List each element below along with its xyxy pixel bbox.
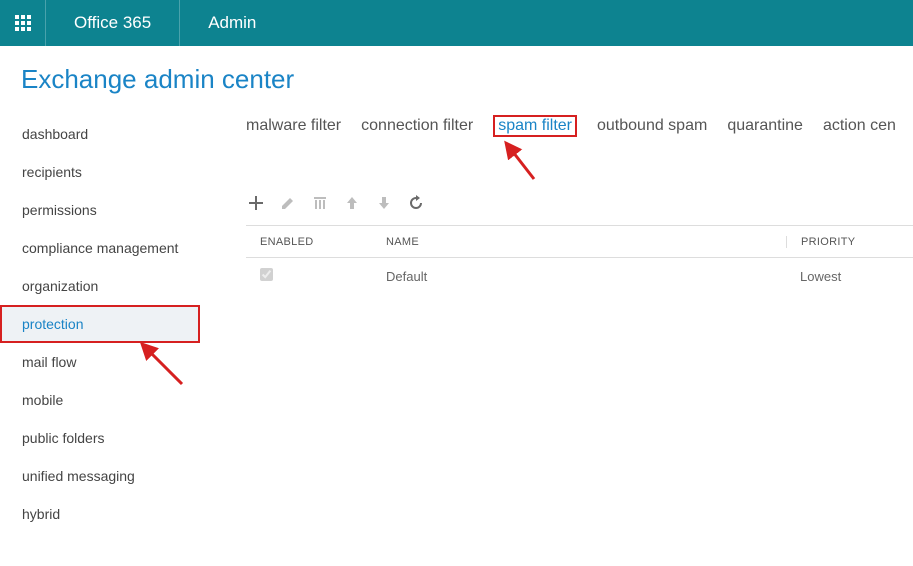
main-content: malware filter connection filter spam fi… xyxy=(200,109,913,566)
cell-enabled xyxy=(246,268,386,284)
brand-label[interactable]: Office 365 xyxy=(46,0,180,46)
waffle-icon xyxy=(15,15,31,31)
cell-priority: Lowest xyxy=(786,269,913,284)
tab-connection-filter[interactable]: connection filter xyxy=(361,115,473,137)
app-launcher-button[interactable] xyxy=(0,0,46,46)
tab-bar: malware filter connection filter spam fi… xyxy=(246,115,913,137)
enabled-checkbox[interactable] xyxy=(260,268,273,281)
plus-icon xyxy=(248,195,264,211)
tab-malware-filter[interactable]: malware filter xyxy=(246,115,341,137)
edit-button[interactable] xyxy=(278,193,298,213)
col-header-enabled[interactable]: ENABLED xyxy=(246,236,386,248)
sidebar-item-public-folders[interactable]: public folders xyxy=(0,419,200,457)
move-down-button[interactable] xyxy=(374,193,394,213)
sidebar-item-mobile[interactable]: mobile xyxy=(0,381,200,419)
sidebar-item-hybrid[interactable]: hybrid xyxy=(0,495,200,533)
tab-action-center[interactable]: action cen xyxy=(823,115,896,137)
tab-spam-filter[interactable]: spam filter xyxy=(493,115,577,137)
delete-button[interactable] xyxy=(310,193,330,213)
refresh-icon xyxy=(408,195,424,211)
arrow-up-icon xyxy=(344,195,360,211)
sidebar-item-protection[interactable]: protection xyxy=(0,305,200,343)
sidebar: dashboard recipients permissions complia… xyxy=(0,109,200,566)
annotation-arrow-tab xyxy=(494,135,544,185)
sidebar-item-organization[interactable]: organization xyxy=(0,267,200,305)
toolbar xyxy=(246,193,913,213)
table-row[interactable]: Default Lowest xyxy=(246,258,913,294)
sidebar-item-unified-messaging[interactable]: unified messaging xyxy=(0,457,200,495)
sidebar-item-recipients[interactable]: recipients xyxy=(0,153,200,191)
sidebar-item-dashboard[interactable]: dashboard xyxy=(0,115,200,153)
sidebar-item-compliance[interactable]: compliance management xyxy=(0,229,200,267)
table-header: ENABLED NAME PRIORITY xyxy=(246,226,913,258)
move-up-button[interactable] xyxy=(342,193,362,213)
add-button[interactable] xyxy=(246,193,266,213)
sidebar-item-mailflow[interactable]: mail flow xyxy=(0,343,200,381)
tab-quarantine[interactable]: quarantine xyxy=(727,115,803,137)
page-title: Exchange admin center xyxy=(0,46,913,95)
tab-outbound-spam[interactable]: outbound spam xyxy=(597,115,707,137)
refresh-button[interactable] xyxy=(406,193,426,213)
sidebar-item-permissions[interactable]: permissions xyxy=(0,191,200,229)
arrow-down-icon xyxy=(376,195,392,211)
policy-table: ENABLED NAME PRIORITY Default Lowest xyxy=(246,225,913,294)
trash-icon xyxy=(312,195,328,211)
cell-name: Default xyxy=(386,269,786,284)
col-header-name[interactable]: NAME xyxy=(386,236,786,248)
pencil-icon xyxy=(280,195,296,211)
admin-label[interactable]: Admin xyxy=(180,0,284,46)
topbar: Office 365 Admin xyxy=(0,0,913,46)
col-header-priority[interactable]: PRIORITY xyxy=(786,236,913,248)
